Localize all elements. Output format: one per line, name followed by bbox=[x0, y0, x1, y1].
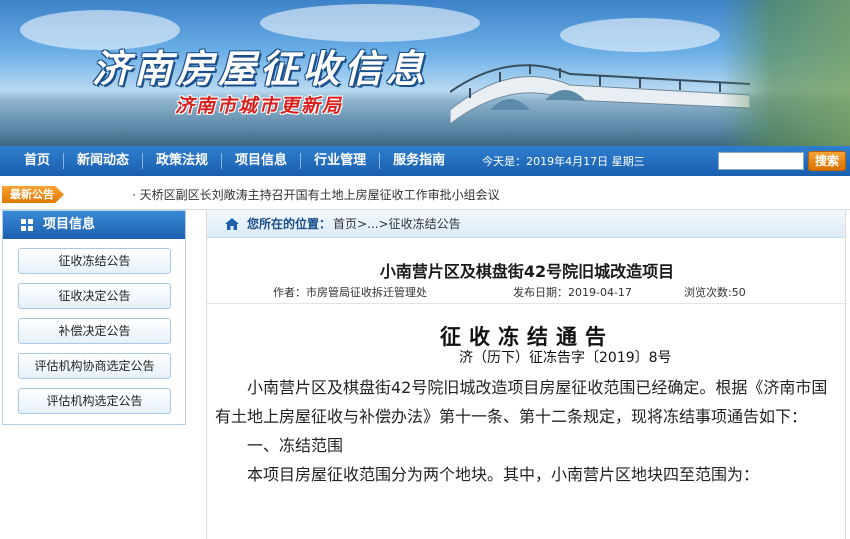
nav-industry[interactable]: 行业管理 bbox=[301, 146, 379, 176]
section-heading: 一、冻结范围 bbox=[247, 436, 344, 455]
breadcrumb-home-link[interactable]: 首页 bbox=[333, 217, 357, 231]
divider bbox=[207, 303, 847, 304]
announcement-bar: 最新公告 · 天桥区副区长刘敞涛主持召开国有土地上房屋征收工作审批小组会议 bbox=[0, 178, 850, 210]
main-content: 您所在的位置： 首页>...>征收冻结公告 小南营片区及棋盘街42号院旧城改造项… bbox=[206, 210, 847, 539]
article-meta: 作者：市房管局征收拆迁管理处 发布日期：2019-04-17 浏览次数:50 bbox=[207, 284, 847, 302]
main-nav: 首页 新闻动态 政策法规 项目信息 行业管理 服务指南 今天是：2019年4月1… bbox=[0, 146, 850, 176]
paragraph: 小南营片区及棋盘街42号院旧城改造项目房屋征收范围已经确定。根据《济南市国有土地… bbox=[215, 378, 828, 426]
breadcrumb: 您所在的位置： 首页>...>征收冻结公告 bbox=[207, 210, 845, 238]
cloud-decoration bbox=[260, 4, 480, 42]
sidebar-item-appraiser-negotiation[interactable]: 评估机构协商选定公告 bbox=[18, 353, 171, 379]
search-input[interactable] bbox=[718, 152, 804, 170]
nav-service[interactable]: 服务指南 bbox=[380, 146, 458, 176]
nav-projects[interactable]: 项目信息 bbox=[222, 146, 300, 176]
breadcrumb-path: 首页>...>征收冻结公告 bbox=[333, 210, 461, 238]
article-title: 小南营片区及棋盘街42号院旧城改造项目 bbox=[379, 262, 675, 281]
nav-news[interactable]: 新闻动态 bbox=[64, 146, 142, 176]
notice-number: 济（历下）征冻告字〔2019〕8号 bbox=[459, 350, 672, 366]
sidebar: 项目信息 征收冻结公告 征收决定公告 补偿决定公告 评估机构协商选定公告 评估机… bbox=[2, 210, 186, 425]
grid-icon bbox=[21, 219, 33, 231]
sidebar-item-freeze-notice[interactable]: 征收冻结公告 bbox=[18, 248, 171, 274]
article-body: 小南营片区及棋盘街42号院旧城改造项目房屋征收范围已经确定。根据《济南市国有土地… bbox=[215, 373, 839, 489]
search-button[interactable]: 搜索 bbox=[808, 151, 846, 171]
nav-policy[interactable]: 政策法规 bbox=[143, 146, 221, 176]
current-date: 今天是：2019年4月17日 星期三 bbox=[482, 155, 645, 168]
header-banner: 济南房屋征收信息 济南市城市更新局 bbox=[0, 0, 850, 146]
announcement-badge: 最新公告 bbox=[2, 186, 64, 203]
breadcrumb-label: 您所在的位置： bbox=[247, 216, 332, 231]
sidebar-item-compensation-notice[interactable]: 补偿决定公告 bbox=[18, 318, 171, 344]
article-date: 发布日期：2019-04-17 bbox=[513, 286, 632, 299]
sidebar-title: 项目信息 bbox=[43, 217, 96, 232]
trees-decoration bbox=[720, 0, 850, 146]
sidebar-menu: 征收冻结公告 征收决定公告 补偿决定公告 评估机构协商选定公告 评估机构选定公告 bbox=[3, 239, 185, 414]
sidebar-header: 项目信息 bbox=[3, 211, 185, 239]
paragraph: 本项目房屋征收范围分为两个地块。其中，小南营片区地块四至范围为： bbox=[247, 465, 760, 484]
breadcrumb-current[interactable]: >征收冻结公告 bbox=[379, 217, 461, 231]
nav-home[interactable]: 首页 bbox=[0, 146, 63, 176]
sidebar-item-appraiser-selection[interactable]: 评估机构选定公告 bbox=[18, 388, 171, 414]
breadcrumb-ellipsis[interactable]: >... bbox=[357, 217, 379, 231]
sidebar-item-decision-notice[interactable]: 征收决定公告 bbox=[18, 283, 171, 309]
site-title: 济南房屋征收信息 bbox=[92, 46, 429, 91]
announcement-link[interactable]: · 天桥区副区长刘敞涛主持召开国有土地上房屋征收工作审批小组会议 bbox=[132, 186, 500, 203]
site-subtitle: 济南市城市更新局 bbox=[175, 95, 344, 117]
home-icon bbox=[225, 217, 239, 230]
article-views: 浏览次数:50 bbox=[684, 286, 746, 299]
bridge-illustration bbox=[450, 64, 750, 125]
article-author: 作者：市房管局征收拆迁管理处 bbox=[273, 286, 427, 299]
